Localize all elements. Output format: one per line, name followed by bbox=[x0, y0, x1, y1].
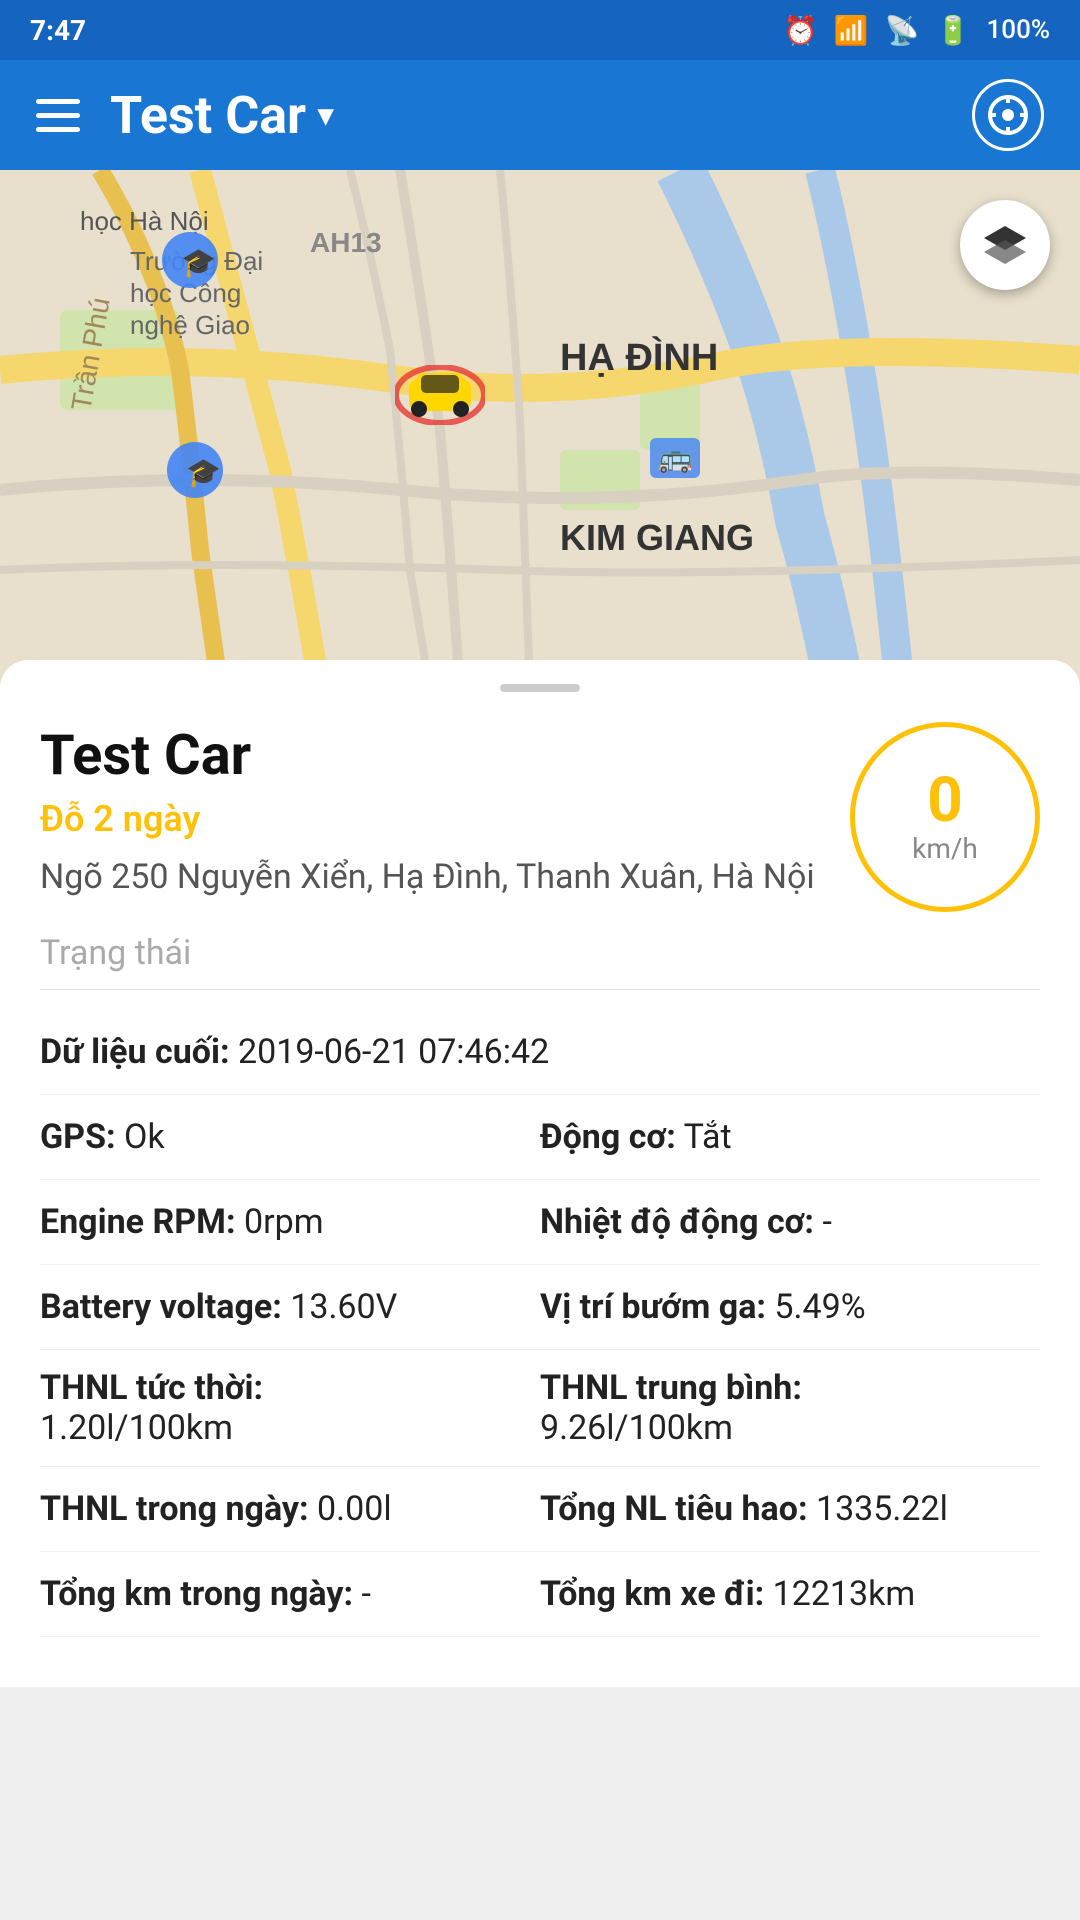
gps-engine-row: GPS: Ok Động cơ: Tắt bbox=[40, 1095, 1040, 1180]
svg-text:KIM GIANG: KIM GIANG bbox=[560, 517, 754, 558]
svg-text:HẠ ĐÌNH: HẠ ĐÌNH bbox=[560, 335, 718, 379]
rpm-col: Engine RPM: 0rpm bbox=[40, 1202, 540, 1242]
vehicle-name: Test Car bbox=[40, 722, 815, 788]
throttle-col: Vị trí bướm ga: 5.49% bbox=[540, 1287, 1040, 1327]
svg-text:🎓: 🎓 bbox=[181, 247, 216, 279]
fuel-avg-col: THNL trung bình: 9.26l/100km bbox=[540, 1368, 1040, 1448]
speed-display: 0 km/h bbox=[850, 722, 1040, 912]
throttle-label: Vị trí bướm ga: bbox=[540, 1287, 766, 1327]
svg-text:🎓: 🎓 bbox=[186, 457, 221, 489]
engine-temp-col: Nhiệt độ động cơ: - bbox=[540, 1202, 1040, 1242]
vehicle-summary-row: Test Car Đỗ 2 ngày Ngõ 250 Nguyễn Xiển, … bbox=[40, 722, 1040, 923]
app-bar: Test Car ▾ bbox=[0, 60, 1080, 170]
engine-label: Động cơ: bbox=[540, 1117, 676, 1157]
alarm-icon: ⏰ bbox=[783, 14, 818, 47]
car-marker bbox=[395, 365, 475, 415]
km-total-value: 12213km bbox=[773, 1574, 916, 1614]
km-total-label: Tổng km xe đi: bbox=[540, 1574, 764, 1614]
engine-temp-value: - bbox=[822, 1202, 831, 1242]
svg-text:nghệ Giao: nghệ Giao bbox=[130, 310, 250, 340]
fuel-instant-label: THNL tức thời: bbox=[40, 1368, 540, 1408]
hamburger-menu-button[interactable] bbox=[36, 99, 80, 132]
battery-icon: 🔋 bbox=[936, 14, 971, 47]
fuel-total-col: Tổng NL tiêu hao: 1335.22l bbox=[540, 1489, 1040, 1529]
last-data-label: Dữ liệu cuối: bbox=[40, 1032, 230, 1072]
map-section[interactable]: Trần Phú Trường Đại học Công nghệ Giao h… bbox=[0, 170, 1080, 690]
info-panel: Test Car Đỗ 2 ngày Ngõ 250 Nguyễn Xiển, … bbox=[0, 660, 1080, 1687]
svg-text:🚌: 🚌 bbox=[658, 442, 693, 474]
battery-value: 13.60V bbox=[290, 1287, 397, 1327]
layers-icon bbox=[980, 220, 1030, 270]
speed-value: 0 bbox=[927, 770, 963, 832]
speed-unit: km/h bbox=[912, 832, 978, 865]
fuel-instant-avg-row: THNL tức thời: 1.20l/100km THNL trung bì… bbox=[40, 1350, 1040, 1467]
last-data-value: 2019-06-21 07:46:42 bbox=[238, 1032, 549, 1072]
location-button[interactable] bbox=[972, 79, 1044, 151]
fuel-day-col: THNL trong ngày: 0.00l bbox=[40, 1489, 540, 1529]
svg-text:AH13: AH13 bbox=[310, 227, 382, 258]
fuel-day-label: THNL trong ngày: bbox=[40, 1489, 309, 1529]
fuel-day-total-row: THNL trong ngày: 0.00l Tổng NL tiêu hao:… bbox=[40, 1467, 1040, 1552]
app-title[interactable]: Test Car ▾ bbox=[110, 85, 333, 146]
fuel-total-label: Tổng NL tiêu hao: bbox=[540, 1489, 808, 1529]
last-data-row: Dữ liệu cuối: 2019-06-21 07:46:42 bbox=[40, 1010, 1040, 1095]
fuel-avg-value: 9.26l/100km bbox=[540, 1408, 1040, 1448]
throttle-value: 5.49% bbox=[774, 1287, 865, 1327]
svg-text:học Hà Nội: học Hà Nội bbox=[80, 206, 209, 236]
battery-throttle-row: Battery voltage: 13.60V Vị trí bướm ga: … bbox=[40, 1265, 1040, 1350]
wifi-icon: 📶 bbox=[834, 14, 869, 47]
km-day-value: - bbox=[362, 1574, 371, 1614]
vehicle-data-section: Dữ liệu cuối: 2019-06-21 07:46:42 GPS: O… bbox=[40, 1000, 1040, 1647]
km-day-label: Tổng km trong ngày: bbox=[40, 1574, 353, 1614]
status-time: 7:47 bbox=[30, 14, 86, 47]
fuel-instant-value: 1.20l/100km bbox=[40, 1408, 540, 1448]
dropdown-arrow-icon: ▾ bbox=[318, 98, 333, 133]
rpm-value: 0rpm bbox=[244, 1202, 324, 1242]
km-total-col: Tổng km xe đi: 12213km bbox=[540, 1574, 1040, 1614]
engine-col: Động cơ: Tắt bbox=[540, 1117, 1040, 1157]
gps-value: Ok bbox=[124, 1117, 165, 1157]
km-day-col: Tổng km trong ngày: - bbox=[40, 1574, 540, 1614]
km-day-total-row: Tổng km trong ngày: - Tổng km xe đi: 122… bbox=[40, 1552, 1040, 1637]
vehicle-address: Ngõ 250 Nguyễn Xiển, Hạ Đình, Thanh Xuân… bbox=[40, 852, 815, 903]
battery-label: Battery voltage: bbox=[40, 1287, 282, 1327]
gps-label: GPS: bbox=[40, 1117, 116, 1157]
engine-temp-label: Nhiệt độ động cơ: bbox=[540, 1202, 814, 1242]
layer-toggle-button[interactable] bbox=[960, 200, 1050, 290]
vehicle-info-left: Test Car Đỗ 2 ngày Ngõ 250 Nguyễn Xiển, … bbox=[40, 722, 815, 923]
fuel-day-value: 0.00l bbox=[317, 1489, 392, 1529]
map-background: Trần Phú Trường Đại học Công nghệ Giao h… bbox=[0, 170, 1080, 690]
gps-col: GPS: Ok bbox=[40, 1117, 540, 1157]
trang-thai-label: Trạng thái bbox=[40, 933, 1040, 990]
fuel-instant-col: THNL tức thời: 1.20l/100km bbox=[40, 1368, 540, 1448]
battery-col: Battery voltage: 13.60V bbox=[40, 1287, 540, 1327]
status-bar: 7:47 ⏰ 📶 📡 🔋 100% bbox=[0, 0, 1080, 60]
rpm-temp-row: Engine RPM: 0rpm Nhiệt độ động cơ: - bbox=[40, 1180, 1040, 1265]
fuel-avg-label: THNL trung bình: bbox=[540, 1368, 1040, 1408]
signal-icon: 📡 bbox=[885, 14, 920, 47]
engine-value: Tắt bbox=[684, 1117, 732, 1157]
panel-handle[interactable] bbox=[500, 684, 580, 692]
battery-percent: 100% bbox=[987, 15, 1050, 45]
rpm-label: Engine RPM: bbox=[40, 1202, 236, 1242]
vehicle-status: Đỗ 2 ngày bbox=[40, 798, 815, 840]
location-icon bbox=[986, 93, 1030, 137]
fuel-total-value: 1335.22l bbox=[816, 1489, 948, 1529]
vehicle-title-header: Test Car bbox=[110, 85, 306, 146]
app-bar-left: Test Car ▾ bbox=[36, 85, 333, 146]
status-icons: ⏰ 📶 📡 🔋 100% bbox=[783, 14, 1050, 47]
